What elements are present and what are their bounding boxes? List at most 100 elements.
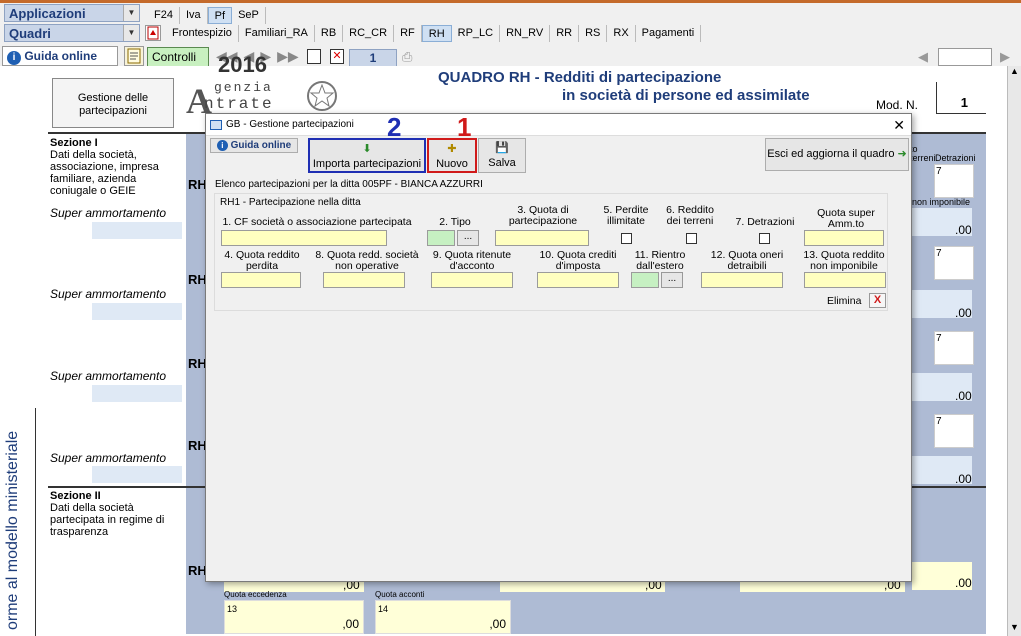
scroll-up-icon[interactable]: ▲ [1008, 66, 1021, 80]
super-amm-field-2[interactable] [92, 303, 182, 320]
partecipazione-group: RH1 - Partecipazione nella ditta 1. CF s… [214, 193, 888, 311]
quota-eccedenza-field[interactable]: 13 ,00 [224, 600, 364, 634]
vertical-scrollbar[interactable]: ▲ ▼ [1007, 66, 1021, 636]
importa-partecipazioni-button[interactable]: ⬇ Importa partecipazioni [308, 138, 426, 173]
field-number: 13 [227, 604, 238, 614]
super-ammortamento-4: Super ammortamento [50, 451, 167, 465]
tab-rx[interactable]: RX [607, 24, 636, 42]
sezione2-block: Sezione II Dati della società partecipat… [50, 490, 180, 538]
tab-rp-lc[interactable]: RP_LC [452, 24, 501, 42]
quota-redd-non-op-input[interactable] [323, 272, 405, 288]
cf-input[interactable] [221, 230, 387, 246]
year-label: 2016 [218, 52, 267, 77]
tipo-input[interactable] [427, 230, 455, 246]
delete-page-icon[interactable]: ✕ [330, 49, 344, 64]
mod-number: 1 [936, 82, 986, 114]
logo-line2: ntrate [204, 95, 274, 113]
quota-eccedenza-label: Quota eccedenza [224, 590, 287, 599]
dialog-guida-button[interactable]: i Guida online [210, 138, 298, 153]
zoom-field[interactable] [938, 48, 992, 66]
guida-online-button[interactable]: i Guida online [2, 46, 118, 66]
tipo-picker-button[interactable]: ... [457, 230, 479, 246]
super-amm-field-3[interactable] [92, 385, 182, 402]
chevron-down-icon[interactable]: ▼ [123, 25, 139, 41]
new-page-icon[interactable] [307, 49, 321, 64]
quota-super-label: Quota super Amm.to [817, 207, 875, 230]
quota-ritenute-label: 9. Quota ritenute d'acconto [432, 249, 512, 272]
cell-7[interactable]: 7 [934, 414, 974, 448]
page-number-field[interactable]: 1 [349, 49, 397, 67]
print-icon[interactable]: ⎙ [402, 49, 416, 64]
mod-label: Mod. N. [876, 98, 919, 112]
close-icon[interactable]: ✕ [893, 114, 905, 136]
tab-rf[interactable]: RF [394, 24, 422, 42]
gestione-partecipazioni-button[interactable]: Gestione delle partecipazioni [52, 78, 174, 128]
tab-rb[interactable]: RB [315, 24, 344, 42]
quota-acconti-label: Quota acconti [375, 590, 425, 599]
quota-oneri-input[interactable] [701, 272, 783, 288]
pdf-icon[interactable] [145, 25, 161, 41]
guida-online-label: Guida online [24, 49, 98, 63]
cell-7[interactable]: 7 [934, 246, 974, 280]
super-amm-field-1[interactable] [92, 222, 182, 239]
cell-7[interactable]: 7 [934, 331, 974, 365]
chevron-down-icon[interactable]: ▼ [123, 5, 139, 21]
elimina-label: Elimina [827, 295, 862, 307]
tab-rr[interactable]: RR [550, 24, 580, 42]
quota-acconti-field[interactable]: 14 ,00 [375, 600, 511, 634]
tab-familiari[interactable]: Familiari_RA [239, 24, 315, 42]
tab-f24[interactable]: F24 [148, 6, 180, 24]
scroll-down-icon[interactable]: ▼ [1008, 622, 1021, 636]
last-page-icon[interactable]: ▶▶ [277, 48, 299, 65]
super-amm-field-4[interactable] [92, 466, 182, 483]
tab-frontespizio[interactable]: Frontespizio [166, 24, 239, 42]
col-terreni: terreni [910, 153, 936, 163]
tab-pagamenti[interactable]: Pagamenti [636, 24, 702, 42]
detrazioni-checkbox[interactable] [759, 233, 770, 244]
quota-non-imponibile-input[interactable] [804, 272, 886, 288]
elimina-button[interactable]: X [869, 293, 886, 308]
rientro-label: 11. Rientro dall'estero [634, 249, 686, 272]
rh-label: RH [188, 356, 207, 371]
emblem-icon [307, 81, 337, 111]
quota-ritenute-input[interactable] [431, 272, 513, 288]
quota-crediti-label: 10. Quota crediti d'imposta [539, 249, 617, 272]
zero-value: .00 [955, 389, 972, 403]
esci-aggiorna-button[interactable]: Esci ed aggiorna il quadro ➜ [765, 138, 909, 171]
tab-rc-cr[interactable]: RC_CR [343, 24, 395, 42]
dialog-title: GB - Gestione partecipazioni [226, 119, 354, 130]
agenzia-entrate-logo: A genzia ntrate [186, 78, 346, 121]
rientro-input[interactable] [631, 272, 659, 288]
tab-iva[interactable]: Iva [180, 6, 208, 24]
window-icon [210, 120, 222, 130]
quota-partecipazione-input[interactable] [495, 230, 589, 246]
logo-line1: genzia [214, 80, 273, 95]
tab-rn-rv[interactable]: RN_RV [500, 24, 551, 42]
quota-crediti-input[interactable] [537, 272, 619, 288]
tab-pf[interactable]: Pf [207, 6, 233, 24]
cell-7[interactable]: 7 [934, 164, 974, 198]
scroll-right-icon[interactable]: ▶ [1000, 49, 1010, 65]
controlli-button[interactable]: Controlli [147, 47, 209, 67]
quota-partecipazione-label: 3. Quota di partecipazione [508, 204, 578, 227]
dialog-guida-label: Guida online [230, 140, 292, 151]
sezione1-text: Dati della società, associazione, impres… [50, 149, 159, 197]
rientro-picker-button[interactable]: ... [661, 272, 683, 288]
tab-sep[interactable]: SeP [232, 6, 266, 24]
perdite-checkbox[interactable] [621, 233, 632, 244]
quadri-combo[interactable]: Quadri ▼ [4, 24, 140, 42]
scroll-left-icon[interactable]: ◀ [918, 49, 928, 65]
quota-perdita-input[interactable] [221, 272, 301, 288]
rh-label: RH [188, 563, 207, 578]
nuovo-button[interactable]: ✚ Nuovo [427, 138, 477, 173]
reddito-terreni-checkbox[interactable] [686, 233, 697, 244]
tab-rh[interactable]: RH [421, 24, 452, 42]
quota-redd-non-op-label: 8. Quota redd. società non operative [315, 249, 419, 272]
tab-rs[interactable]: RS [579, 24, 608, 42]
quota-super-input[interactable] [804, 230, 884, 246]
importa-label: Importa partecipazioni [312, 158, 422, 170]
notes-icon[interactable] [124, 46, 144, 66]
quota-perdita-label: 4. Quota reddito perdita [224, 249, 300, 272]
applicazioni-combo[interactable]: Applicazioni ▼ [4, 4, 140, 22]
salva-button[interactable]: 💾 Salva [478, 138, 526, 173]
